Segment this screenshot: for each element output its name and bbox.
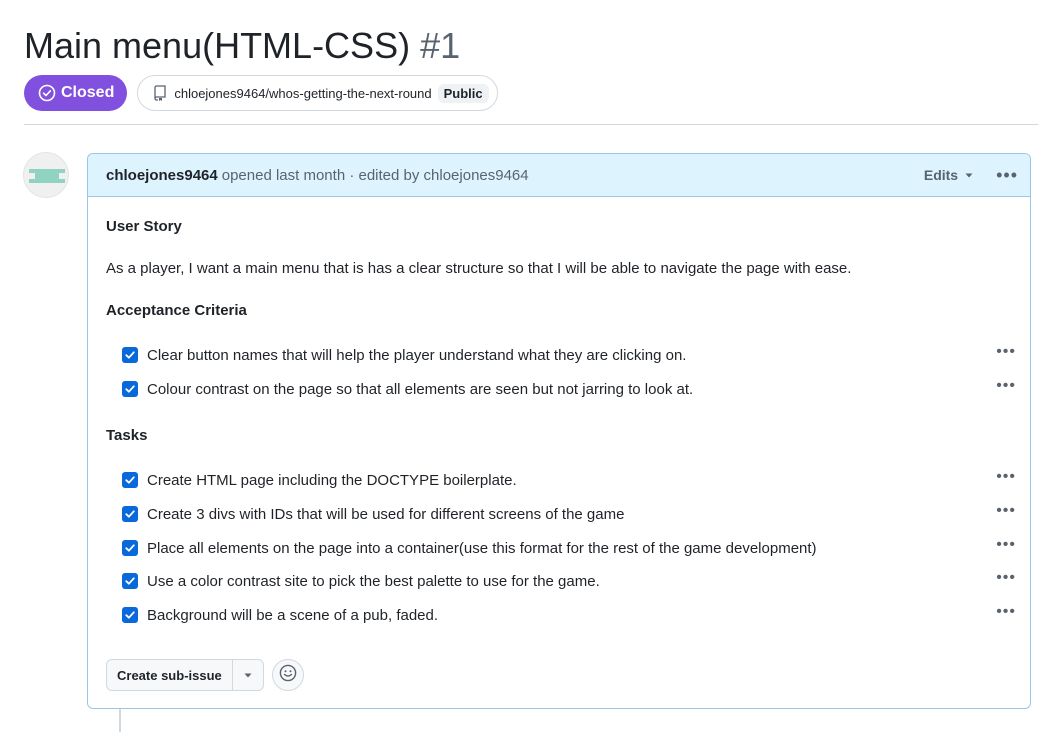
- visibility-badge: Public: [437, 83, 489, 103]
- task-item-label: Background will be a scene of a pub, fad…: [147, 606, 439, 624]
- comment-author[interactable]: chloejones9464: [106, 167, 218, 184]
- issue-number: #1: [420, 25, 461, 66]
- checkbox[interactable]: [122, 573, 138, 589]
- kebab-horizontal-icon[interactable]: •••: [996, 503, 1016, 519]
- task-item: Place all elements on the page into a co…: [122, 537, 1016, 559]
- repo-link[interactable]: chloejones9464/whos-getting-the-next-rou…: [137, 75, 498, 111]
- kebab-horizontal-icon[interactable]: •••: [996, 604, 1016, 620]
- checkbox[interactable]: [122, 347, 138, 363]
- comment-header: chloejones9464 opened last month · edite…: [88, 154, 1030, 197]
- comment-header-actions: Edits •••: [924, 166, 1018, 184]
- acceptance-item-label: Clear button names that will help the pl…: [147, 346, 687, 364]
- checkbox[interactable]: [122, 381, 138, 397]
- checkbox[interactable]: [122, 472, 138, 488]
- comment-more-icon[interactable]: •••: [996, 166, 1018, 184]
- smiley-icon: [279, 664, 297, 687]
- acceptance-item-label: Colour contrast on the page so that all …: [147, 380, 694, 398]
- add-reaction-button[interactable]: [271, 659, 304, 691]
- create-sub-issue-split-button: Create sub-issue: [106, 659, 264, 691]
- kebab-horizontal-icon[interactable]: •••: [996, 344, 1016, 360]
- kebab-horizontal-icon[interactable]: •••: [996, 570, 1016, 586]
- edits-label: Edits: [923, 167, 959, 183]
- kebab-horizontal-icon[interactable]: •••: [996, 378, 1016, 394]
- state-badge: Closed: [24, 75, 128, 111]
- task-item-label: Place all elements on the page into a co…: [147, 539, 817, 557]
- issue-comment: chloejones9464 opened last month · edite…: [87, 153, 1031, 709]
- user-story-text: As a player, I want a main menu that is …: [106, 260, 852, 277]
- user-story-heading: User Story: [106, 218, 182, 235]
- checkbox[interactable]: [122, 607, 138, 623]
- checkbox[interactable]: [122, 506, 138, 522]
- check-circle-icon: [38, 84, 56, 102]
- timeline-line: [119, 709, 121, 732]
- task-item-label: Create 3 divs with IDs that will be used…: [147, 505, 625, 523]
- triangle-down-icon: [964, 167, 974, 183]
- acceptance-item: Clear button names that will help the pl…: [122, 344, 1016, 366]
- state-label: Closed: [61, 84, 115, 101]
- avatar[interactable]: [23, 152, 69, 198]
- comment-meta: opened last month · edited by chloejones…: [221, 166, 529, 184]
- issue-title-row: Main menu(HTML-CSS) #1: [24, 24, 460, 68]
- task-item: Create HTML page including the DOCTYPE b…: [122, 469, 1016, 491]
- kebab-horizontal-icon[interactable]: •••: [996, 469, 1016, 485]
- acceptance-item: Colour contrast on the page so that all …: [122, 378, 1016, 400]
- edits-dropdown[interactable]: Edits: [924, 167, 974, 183]
- repo-icon: [152, 85, 168, 101]
- triangle-down-icon[interactable]: [233, 660, 263, 690]
- repo-name: chloejones9464/whos-getting-the-next-rou…: [174, 85, 432, 101]
- header-divider: [24, 124, 1038, 125]
- task-item-label: Create HTML page including the DOCTYPE b…: [147, 471, 517, 489]
- checkbox[interactable]: [122, 540, 138, 556]
- kebab-horizontal-icon[interactable]: •••: [996, 537, 1016, 553]
- task-item: Use a color contrast site to pick the be…: [122, 570, 1016, 592]
- create-sub-issue-button[interactable]: Create sub-issue: [107, 660, 233, 690]
- task-item-label: Use a color contrast site to pick the be…: [147, 572, 600, 590]
- tasks-heading: Tasks: [106, 427, 148, 444]
- task-item: Background will be a scene of a pub, fad…: [122, 604, 1016, 626]
- task-item: Create 3 divs with IDs that will be used…: [122, 503, 1016, 525]
- comment-footer: Create sub-issue: [106, 659, 304, 691]
- issue-meta-row: Closed chloejones9464/whos-getting-the-n…: [24, 75, 498, 111]
- acceptance-heading: Acceptance Criteria: [106, 302, 247, 319]
- issue-title: Main menu(HTML-CSS): [24, 25, 411, 66]
